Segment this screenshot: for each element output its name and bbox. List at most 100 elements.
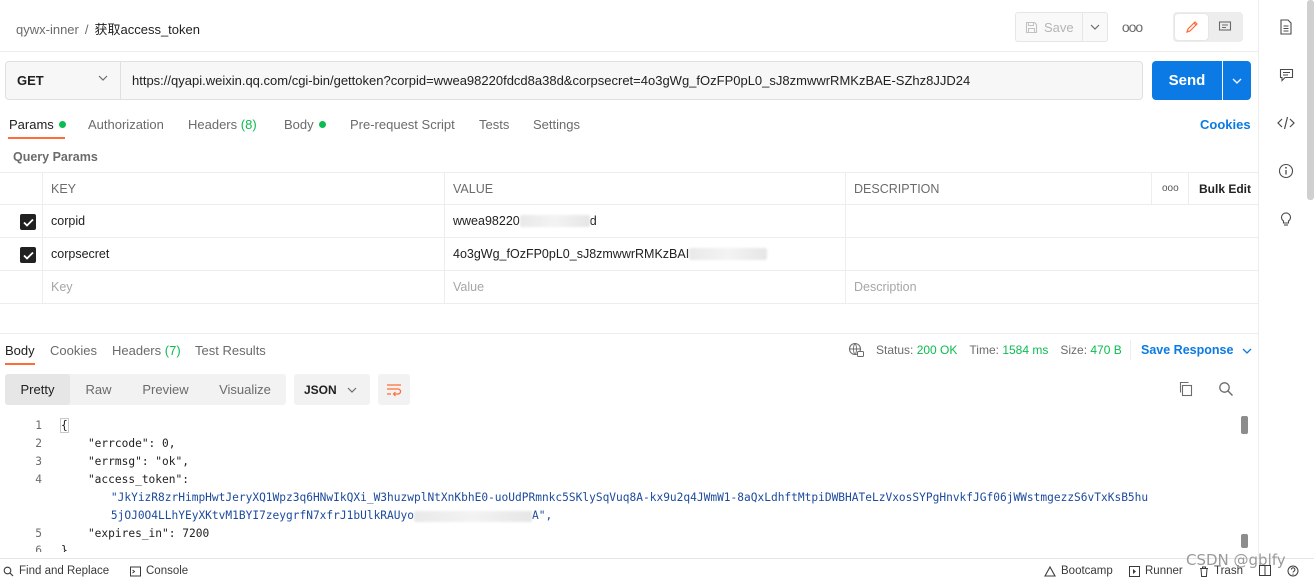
save-icon <box>1025 21 1038 33</box>
chevron-down-icon <box>98 75 108 81</box>
bootcamp-label: Bootcamp <box>1061 565 1113 577</box>
time-value[interactable]: 1584 ms <box>1002 343 1048 357</box>
params-active-dot <box>58 121 66 129</box>
response-body-editor[interactable]: 1 { 2 "errcode": 0, 3 "errmsg": "ok", 4 … <box>0 416 1240 552</box>
bulk-edit-button[interactable]: Bulk Edit <box>1188 173 1258 204</box>
save-response-button[interactable]: Save Response <box>1141 343 1252 357</box>
status-label: Status: <box>876 343 914 357</box>
query-params-title: Query Params <box>13 150 98 164</box>
tab-label: Params <box>9 117 54 132</box>
console-button[interactable]: Console <box>130 565 188 577</box>
view-pretty[interactable]: Pretty <box>5 374 70 405</box>
format-value: JSON <box>304 382 337 397</box>
edit-mode-button[interactable] <box>1175 14 1208 40</box>
view-mode-segmented: Pretty Raw Preview Visualize <box>5 374 286 405</box>
search-icon[interactable] <box>1218 381 1234 397</box>
tab-label: Body <box>5 343 35 358</box>
save-dropdown-button[interactable] <box>1082 12 1108 42</box>
line-number: 3 <box>35 455 42 468</box>
request-header: qywx-inner / 获取access_token Save ooo <box>0 0 1258 52</box>
related-button[interactable] <box>1273 206 1299 232</box>
param-key-cell[interactable]: corpsecret <box>42 238 444 270</box>
breadcrumb-separator: / <box>84 22 89 37</box>
new-description-input[interactable]: Description <box>845 271 1258 303</box>
bootcamp-button[interactable]: Bootcamp <box>1044 565 1113 577</box>
globe-icon[interactable] <box>848 342 864 358</box>
send-dropdown-button[interactable] <box>1223 61 1251 100</box>
tab-settings[interactable]: Settings <box>533 117 580 132</box>
search-icon <box>3 566 14 576</box>
save-button[interactable]: Save <box>1015 12 1083 42</box>
code-line-text: 5jOJ0O4LLhYEyXKtvM1BYI7zeygrfN7xfrJ1bUlk… <box>57 509 414 522</box>
param-value-tail: d <box>589 214 597 228</box>
tab-body[interactable]: Body <box>284 117 326 132</box>
body-active-dot <box>318 121 326 129</box>
help-button[interactable] <box>1287 565 1299 577</box>
editor-scrollbar-thumb[interactable] <box>1241 416 1248 434</box>
url-input[interactable]: https://qyapi.weixin.qq.com/cgi-bin/gett… <box>121 61 1143 100</box>
wrap-lines-button[interactable] <box>378 374 410 405</box>
tab-tests[interactable]: Tests <box>479 117 509 132</box>
param-checkbox[interactable] <box>20 247 36 263</box>
copy-icon[interactable] <box>1178 381 1194 397</box>
time-label: Time: <box>969 343 999 357</box>
new-key-input[interactable]: Key <box>42 271 444 303</box>
info-button[interactable] <box>1273 158 1299 184</box>
param-value-cell[interactable]: 4o3gWg_fOzFP0pL0_sJ8zmwwrRMKzBAI <box>444 238 845 270</box>
param-description-cell[interactable] <box>845 205 1258 237</box>
view-raw[interactable]: Raw <box>70 374 127 405</box>
breadcrumb: qywx-inner / 获取access_token <box>16 19 200 38</box>
code-line: "access_token": <box>61 473 189 486</box>
documentation-button[interactable] <box>1273 14 1299 40</box>
code-line: "errmsg": "ok", <box>61 455 189 468</box>
view-preview[interactable]: Preview <box>127 374 204 405</box>
comments-button[interactable] <box>1273 62 1299 88</box>
save-response-label: Save Response <box>1141 343 1234 357</box>
more-icon: ooo <box>1121 19 1143 35</box>
table-row: corpid wwea98220 d <box>0 205 1258 238</box>
sidebar-scrollbar[interactable] <box>1307 0 1314 200</box>
new-value-input[interactable]: Value <box>444 271 845 303</box>
response-tab-headers[interactable]: Headers (7) <box>112 343 181 358</box>
param-value-cell[interactable]: wwea98220 d <box>444 205 845 237</box>
column-header-description: DESCRIPTION <box>845 173 1151 204</box>
line-number: 4 <box>35 473 42 486</box>
tab-pre-request-script[interactable]: Pre-request Script <box>350 117 455 132</box>
method-select[interactable]: GET <box>5 61 121 100</box>
tab-label: Test Results <box>195 343 266 358</box>
console-label: Console <box>146 565 189 577</box>
runner-button[interactable]: Runner <box>1129 565 1183 577</box>
chevron-down-icon <box>347 387 357 393</box>
breadcrumb-workspace[interactable]: qywx-inner <box>16 22 79 37</box>
size-value[interactable]: 470 B <box>1090 343 1121 357</box>
comment-mode-button[interactable] <box>1208 14 1241 40</box>
tab-params[interactable]: Params <box>9 117 66 132</box>
checkmark-icon <box>22 251 34 260</box>
view-visualize[interactable]: Visualize <box>204 374 286 405</box>
code-snippet-button[interactable] <box>1273 110 1299 136</box>
tab-headers[interactable]: Headers (8) <box>188 117 257 132</box>
line-number: 6 <box>35 544 42 552</box>
param-value: wwea98220 <box>453 214 520 228</box>
param-checkbox[interactable] <box>20 214 36 230</box>
find-replace-label: Find and Replace <box>19 565 110 577</box>
format-select[interactable]: JSON <box>294 374 370 405</box>
tab-authorization[interactable]: Authorization <box>88 117 164 132</box>
find-replace-button[interactable]: Find and Replace <box>3 565 109 577</box>
response-tab-test-results[interactable]: Test Results <box>195 343 266 358</box>
response-tab-cookies[interactable]: Cookies <box>50 343 97 358</box>
more-actions-button[interactable]: ooo <box>1118 16 1146 38</box>
param-key-cell[interactable]: corpid <box>42 205 444 237</box>
param-description-cell[interactable] <box>845 238 1258 270</box>
response-divider[interactable] <box>0 333 1258 334</box>
param-key: corpsecret <box>51 247 110 261</box>
columns-more-button[interactable]: ooo <box>1151 173 1188 204</box>
response-tab-body[interactable]: Body <box>5 343 35 358</box>
breadcrumb-request-name[interactable]: 获取access_token <box>94 22 200 37</box>
send-button[interactable]: Send <box>1152 61 1222 100</box>
cookies-link[interactable]: Cookies <box>1200 117 1251 132</box>
editor-scrollbar-thumb[interactable] <box>1241 534 1248 548</box>
status-value[interactable]: 200 OK <box>917 343 958 357</box>
redacted-text <box>689 248 768 260</box>
code-line: { <box>60 418 69 433</box>
